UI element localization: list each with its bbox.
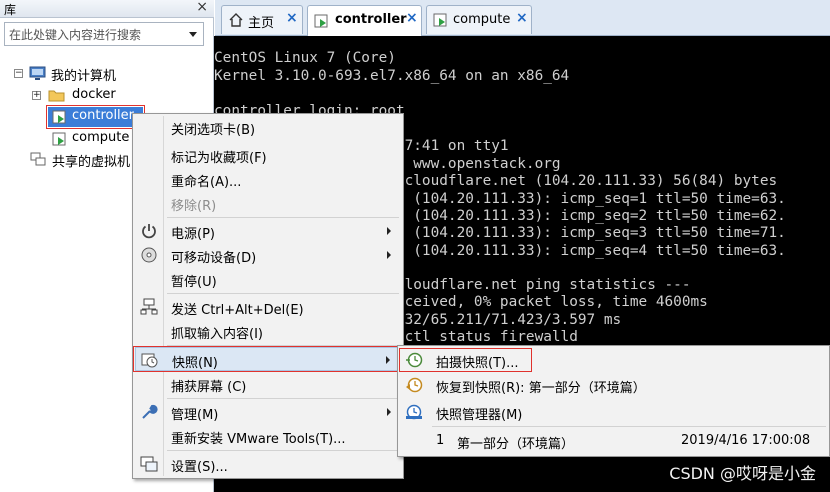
tab-bar: 主页 × controller × compute × (215, 0, 830, 36)
menu-label: 捕获屏幕 (C) (171, 380, 247, 395)
menu-separator (167, 450, 399, 451)
menu-item-capture-screen[interactable]: 捕获屏幕 (C) (135, 372, 401, 396)
disc-icon (141, 247, 157, 263)
menu-label: 电源(P) (171, 227, 215, 242)
network-icon (140, 298, 158, 315)
console-line: CentOS Linux 7 (Core) (214, 50, 396, 66)
submenu-arrow-icon (387, 251, 391, 259)
context-menu: 关闭选项卡(B) 标记为收藏项(F) 重命名(A)... 移除(R) 电源(P)… (132, 113, 404, 479)
menu-label: 可移动设备(D) (171, 251, 257, 266)
library-header: 库 × (0, 0, 214, 18)
close-tab-icon[interactable]: × (286, 10, 298, 26)
revert-snapshot-icon (406, 377, 423, 393)
menu-item-snapshot-manager[interactable]: 快照管理器(M) (400, 399, 828, 425)
tab-controller[interactable]: controller × (307, 5, 422, 36)
menu-label: 抓取输入内容(I) (171, 327, 263, 342)
vm-running-icon (314, 14, 328, 28)
tab-label-controller: controller (335, 12, 407, 27)
tab-label-home: 主页 (248, 16, 275, 31)
snapshot-index: 1 (436, 433, 445, 448)
snapshot-date: 2019/4/16 17:00:08 (681, 433, 811, 448)
submenu-arrow-icon (387, 408, 391, 416)
expand-icon[interactable]: + (32, 91, 41, 100)
menu-label: 关闭选项卡(B) (171, 123, 256, 138)
wrench-icon (142, 404, 158, 419)
watermark: CSDN @哎呀是小金 (669, 464, 816, 483)
highlight-box (46, 105, 145, 129)
menu-item-manage[interactable]: 管理(M) (135, 400, 401, 424)
console-line: Kernel 3.10.0-693.el7.x86_64 on an x86_6… (214, 68, 570, 84)
chevron-down-icon[interactable] (189, 32, 197, 37)
home-icon (229, 13, 243, 27)
menu-item-send-ctrl-alt-del[interactable]: 发送 Ctrl+Alt+Del(E) (135, 295, 401, 319)
menu-item-remove: 移除(R) (135, 191, 401, 215)
snapshot-entry[interactable]: 1 第一部分（环境篇） 2019/4/16 17:00:08 (400, 428, 828, 454)
tree-label-shared: 共享的虚拟机 (52, 155, 131, 170)
menu-separator (167, 398, 399, 399)
highlight-box (399, 348, 532, 372)
menu-label: 发送 Ctrl+Alt+Del(E) (171, 303, 304, 318)
tree-label-my-computer: 我的计算机 (51, 69, 117, 84)
menu-label: 设置(S)... (171, 460, 228, 475)
menu-separator (432, 426, 826, 427)
submenu-label: 快照管理器(M) (436, 408, 523, 423)
submenu-label: 恢复到快照(R): 第一部分（环境篇） (436, 381, 646, 396)
menu-item-pause[interactable]: 暂停(U) (135, 267, 401, 291)
menu-item-bookmark[interactable]: 标记为收藏项(F) (135, 143, 401, 167)
power-icon (142, 224, 156, 239)
library-title: 库 (4, 3, 17, 17)
settings-icon (140, 456, 158, 472)
menu-label: 重新安装 VMware Tools(T)... (171, 432, 346, 447)
menu-label: 标记为收藏项(F) (171, 151, 267, 166)
tree-item-my-computer[interactable]: − 我的计算机 (14, 64, 204, 84)
menu-label: 管理(M) (171, 408, 219, 423)
menu-item-power[interactable]: 电源(P) (135, 219, 401, 243)
tab-label-compute: compute (453, 12, 511, 27)
snapshot-manager-icon (406, 404, 422, 420)
menu-label: 暂停(U) (171, 275, 217, 290)
vm-running-icon (433, 13, 447, 27)
tab-home[interactable]: 主页 × (221, 5, 303, 34)
vm-running-icon (52, 132, 66, 146)
menu-item-close-tab[interactable]: 关闭选项卡(B) (135, 115, 401, 139)
computer-icon (29, 66, 46, 80)
menu-item-revert-snapshot[interactable]: 恢复到快照(R): 第一部分（环境篇） (400, 372, 828, 398)
tree-label-docker: docker (72, 87, 116, 102)
folder-icon (48, 90, 65, 102)
tree-label-compute: compute (72, 130, 130, 145)
menu-separator (167, 293, 399, 294)
menu-item-removable-devices[interactable]: 可移动设备(D) (135, 243, 401, 267)
snapshot-name: 第一部分（环境篇） (457, 437, 575, 452)
highlight-box (133, 346, 403, 372)
menu-label: 移除(R) (171, 199, 217, 214)
tree-item-docker[interactable]: + docker (32, 86, 202, 106)
collapse-icon[interactable]: − (14, 69, 23, 78)
search-input[interactable]: 在此处键入内容进行搜索 (4, 22, 204, 46)
menu-item-grab-input[interactable]: 抓取输入内容(I) (135, 319, 401, 343)
menu-separator (167, 217, 399, 218)
menu-item-rename[interactable]: 重命名(A)... (135, 167, 401, 191)
submenu-arrow-icon (387, 227, 391, 235)
close-icon[interactable]: × (196, 0, 208, 15)
close-tab-icon[interactable]: × (406, 10, 418, 26)
close-tab-icon[interactable]: × (516, 10, 528, 26)
tab-compute[interactable]: compute × (426, 5, 532, 34)
menu-item-settings[interactable]: 设置(S)... (135, 452, 401, 476)
shared-vm-icon (30, 152, 46, 166)
menu-item-reinstall-tools[interactable]: 重新安装 VMware Tools(T)... (135, 424, 401, 448)
search-placeholder: 在此处键入内容进行搜索 (9, 28, 142, 42)
menu-label: 重命名(A)... (171, 175, 242, 190)
